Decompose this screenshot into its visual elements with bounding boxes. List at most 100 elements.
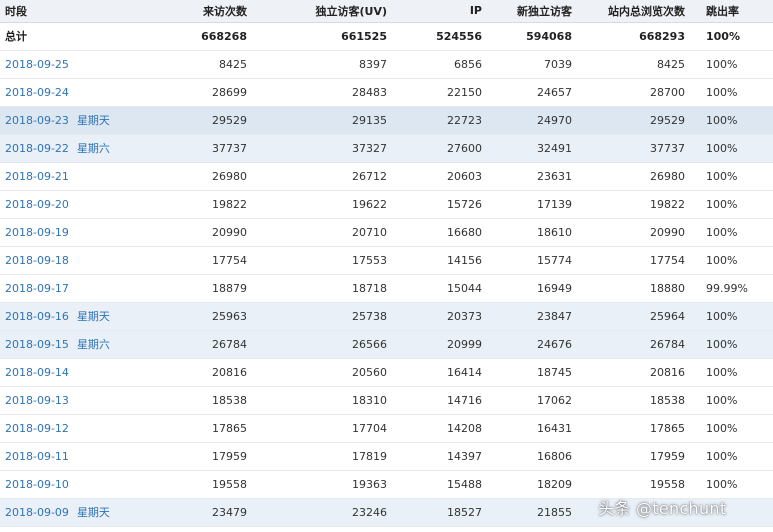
site-pageviews-cell: 17754 — [650, 253, 685, 267]
date-link[interactable]: 2018-09-21 — [5, 170, 69, 183]
unique-visitors-cell: 17553 — [352, 253, 387, 267]
new-visitors-cell: 18610 — [537, 225, 572, 239]
visits-cell: 19558 — [212, 477, 247, 491]
bounce-rate-cell: 100% — [706, 113, 738, 127]
period-cell: 2018-09-23 星期天 — [0, 106, 136, 134]
date-link[interactable]: 2018-09-17 — [5, 282, 69, 295]
visits-cell: 29529 — [212, 113, 247, 127]
date-link[interactable]: 2018-09-23 — [5, 114, 69, 127]
header-row: 时段 来访次数 独立访客(UV) IP 新独立访客 站内总浏览次数 跳出率 — [0, 0, 773, 23]
weekday-label: 星期天 — [76, 506, 110, 519]
visits-cell: 19822 — [212, 197, 247, 211]
bounce-rate-cell: 100% — [706, 337, 738, 351]
period-cell: 2018-09-13 — [0, 386, 136, 414]
new-visitors-cell: 16806 — [537, 449, 572, 463]
date-link[interactable]: 2018-09-16 — [5, 310, 69, 323]
new-visitors-cell: 24676 — [537, 337, 572, 351]
table-row: 2018-09-10 19558 19363 15488 18209 19558 100% — [0, 470, 773, 498]
weekday-label: 星期六 — [76, 142, 110, 155]
visits-cell: 18879 — [212, 281, 247, 295]
date-link[interactable]: 2018-09-13 — [5, 394, 69, 407]
date-link[interactable]: 2018-09-25 — [5, 58, 69, 71]
period-cell: 2018-09-20 — [0, 190, 136, 218]
period-cell: 2018-09-17 — [0, 274, 136, 302]
new-visitors-cell: 17062 — [537, 393, 572, 407]
table-row: 2018-09-09 星期天 23479 23246 18527 21855 — [0, 498, 773, 526]
unique-visitors-cell: 17704 — [352, 421, 387, 435]
weekday-label: 星期天 — [76, 310, 110, 323]
site-pageviews-cell: 25964 — [650, 309, 685, 323]
site-pageviews-cell: 20990 — [650, 225, 685, 239]
date-link[interactable]: 2018-09-18 — [5, 254, 69, 267]
ip-cell: 20373 — [447, 309, 482, 323]
period-cell: 2018-09-18 — [0, 246, 136, 274]
date-link[interactable]: 2018-09-20 — [5, 198, 69, 211]
date-link[interactable]: 2018-09-14 — [5, 366, 69, 379]
unique-visitors-cell: 20710 — [352, 225, 387, 239]
header-site-pageviews[interactable]: 站内总浏览次数 — [572, 0, 685, 23]
period-cell: 2018-09-12 — [0, 414, 136, 442]
total-new-visitors: 594068 — [526, 29, 572, 43]
header-bounce-rate[interactable]: 跳出率 — [685, 0, 773, 23]
ip-cell: 16414 — [447, 365, 482, 379]
date-link[interactable]: 2018-09-11 — [5, 450, 69, 463]
visits-cell: 26784 — [212, 337, 247, 351]
ip-cell: 18527 — [447, 505, 482, 519]
table-body: 总计 668268 661525 524556 594068 668293 10… — [0, 22, 773, 526]
header-unique-visitors[interactable]: 独立访客(UV) — [247, 0, 387, 23]
site-pageviews-cell: 29529 — [650, 113, 685, 127]
total-label: 总计 — [5, 30, 27, 43]
unique-visitors-cell: 20560 — [352, 365, 387, 379]
visitor-stats-table: 时段 来访次数 独立访客(UV) IP 新独立访客 站内总浏览次数 跳出率 总计… — [0, 0, 773, 527]
ip-cell: 20999 — [447, 337, 482, 351]
new-visitors-cell: 18745 — [537, 365, 572, 379]
site-pageviews-cell: 28700 — [650, 85, 685, 99]
header-ip[interactable]: IP — [387, 0, 482, 23]
period-cell: 2018-09-22 星期六 — [0, 134, 136, 162]
unique-visitors-cell: 26566 — [352, 337, 387, 351]
site-pageviews-cell: 17865 — [650, 421, 685, 435]
new-visitors-cell: 15774 — [537, 253, 572, 267]
total-bounce-rate: 100% — [706, 29, 740, 43]
date-link[interactable]: 2018-09-12 — [5, 422, 69, 435]
site-pageviews-cell: 8425 — [657, 57, 685, 71]
date-link[interactable]: 2018-09-15 — [5, 338, 69, 351]
new-visitors-cell: 17139 — [537, 197, 572, 211]
header-visits[interactable]: 来访次数 — [136, 0, 247, 23]
new-visitors-cell: 23631 — [537, 169, 572, 183]
visits-cell: 20816 — [212, 365, 247, 379]
date-link[interactable]: 2018-09-09 — [5, 506, 69, 519]
visits-cell: 26980 — [212, 169, 247, 183]
table-row: 2018-09-11 17959 17819 14397 16806 17959 100% — [0, 442, 773, 470]
period-cell: 2018-09-19 — [0, 218, 136, 246]
date-link[interactable]: 2018-09-10 — [5, 478, 69, 491]
bounce-rate-cell — [685, 498, 773, 526]
date-link[interactable]: 2018-09-22 — [5, 142, 69, 155]
date-link[interactable]: 2018-09-24 — [5, 86, 69, 99]
header-new-visitors[interactable]: 新独立访客 — [482, 0, 572, 23]
table-row: 2018-09-22 星期六 37737 37327 27600 32491 37737 10… — [0, 134, 773, 162]
table-row: 2018-09-20 19822 19622 15726 17139 19822 100% — [0, 190, 773, 218]
weekday-label: 星期六 — [76, 338, 110, 351]
table-row: 2018-09-14 20816 20560 16414 18745 20816 100% — [0, 358, 773, 386]
unique-visitors-cell: 18718 — [352, 281, 387, 295]
unique-visitors-cell: 37327 — [352, 141, 387, 155]
header-period[interactable]: 时段 — [0, 0, 136, 23]
unique-visitors-cell: 8397 — [359, 57, 387, 71]
period-cell: 2018-09-14 — [0, 358, 136, 386]
site-pageviews-cell: 19822 — [650, 197, 685, 211]
date-link[interactable]: 2018-09-19 — [5, 226, 69, 239]
site-pageviews-cell: 20816 — [650, 365, 685, 379]
period-cell: 2018-09-24 — [0, 78, 136, 106]
bounce-rate-cell: 100% — [706, 477, 738, 491]
new-visitors-cell: 24970 — [537, 113, 572, 127]
unique-visitors-cell: 19363 — [352, 477, 387, 491]
bounce-rate-cell: 100% — [706, 169, 738, 183]
unique-visitors-cell: 25738 — [352, 309, 387, 323]
bounce-rate-cell: 100% — [706, 57, 738, 71]
site-pageviews-cell: 26980 — [650, 169, 685, 183]
visits-cell: 37737 — [212, 141, 247, 155]
visits-cell: 25963 — [212, 309, 247, 323]
ip-cell: 14397 — [447, 449, 482, 463]
site-pageviews-cell: 17959 — [650, 449, 685, 463]
